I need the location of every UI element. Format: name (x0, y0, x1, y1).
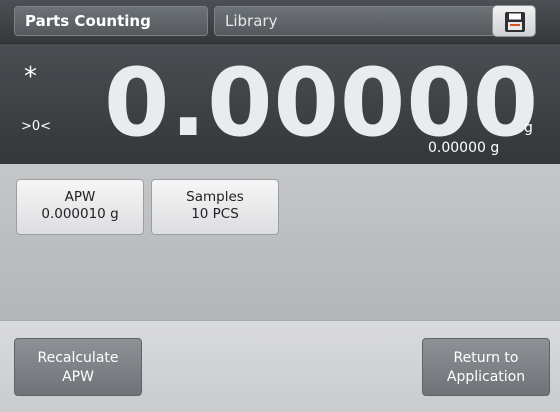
samples-title: Samples (186, 189, 244, 205)
return-to-application-button[interactable]: Return to Application (422, 338, 550, 396)
return-line2: Application (446, 369, 526, 385)
weight-unit: g (524, 120, 533, 136)
recalculate-line2: APW (62, 369, 94, 385)
header-bar: Parts Counting Library (0, 0, 560, 44)
recalculate-apw-button[interactable]: Recalculate APW (14, 338, 142, 396)
apw-title: APW (64, 189, 96, 205)
secondary-weight-readout: 0.00000 g (428, 140, 500, 156)
save-button[interactable] (492, 5, 536, 37)
application-label: Parts Counting (25, 12, 151, 30)
bottom-bar: Recalculate APW Return to Application (0, 320, 560, 412)
apw-value: 0.000010 g (41, 206, 119, 222)
center-of-zero-indicator: >0< (21, 119, 52, 134)
return-line1: Return to (453, 350, 519, 366)
scale-screen: Parts Counting Library * >0< 0.00000 g 0… (0, 0, 560, 412)
samples-value: 10 PCS (191, 206, 239, 222)
weight-display: * >0< 0.00000 g 0.00000 g (0, 44, 560, 164)
weight-readout: 0.00000 (104, 49, 540, 158)
floppy-disk-icon (505, 12, 525, 32)
library-label: Library (225, 12, 278, 30)
apw-button[interactable]: APW 0.000010 g (16, 179, 144, 235)
library-tab[interactable]: Library (214, 6, 500, 36)
recalculate-line1: Recalculate (37, 350, 119, 366)
samples-button[interactable]: Samples 10 PCS (151, 179, 279, 235)
application-tab[interactable]: Parts Counting (14, 6, 208, 36)
stability-indicator: * (24, 62, 37, 92)
reference-panel: APW 0.000010 g Samples 10 PCS (0, 164, 560, 320)
